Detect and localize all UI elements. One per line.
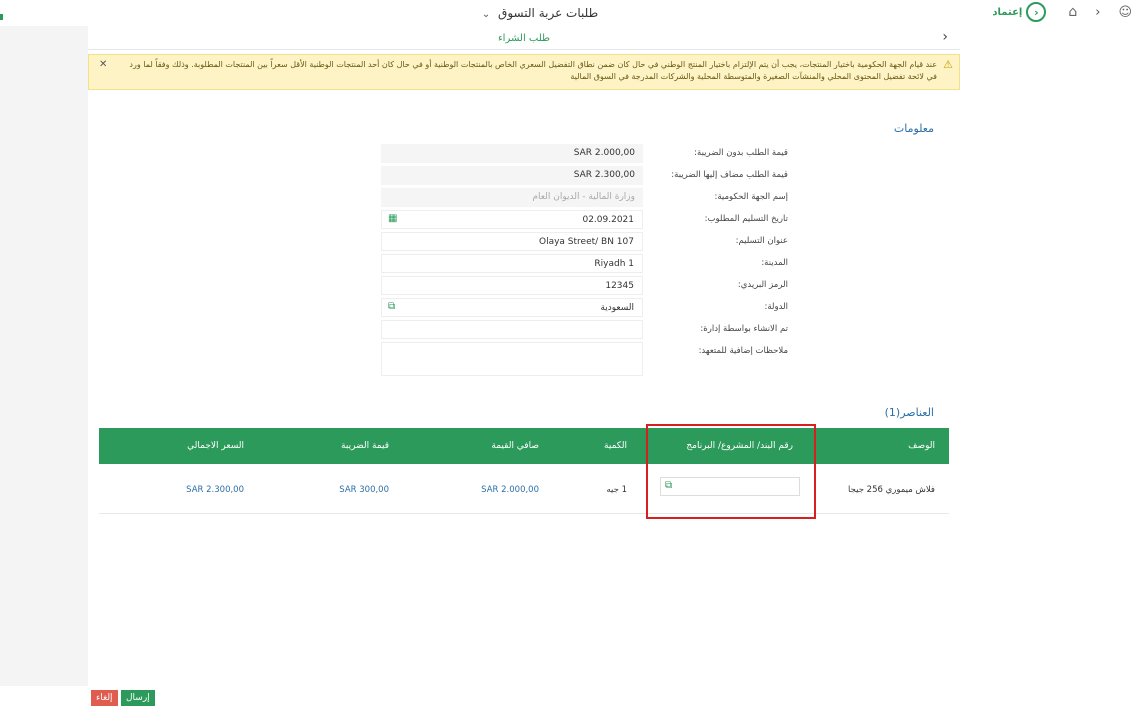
- home-icon[interactable]: ⌂: [1068, 4, 1077, 20]
- field-government-entity: إسم الجهة الحكومية: وزارة المالية - الدي…: [368, 188, 788, 207]
- items-table-header: الوصف رقم البند/ المشروع/ البرنامج الكمي…: [99, 428, 949, 464]
- warning-text: عند قيام الجهة الحكومية باختيار المنتجات…: [129, 60, 937, 81]
- field-label: تم الانشاء بواسطة إدارة:: [700, 324, 788, 334]
- cart-dropdown[interactable]: طلبات عربة التسوق ⌄: [470, 6, 610, 20]
- national-product-warning: ⚠ عند قيام الجهة الحكومية باختيار المنتج…: [88, 54, 960, 90]
- delivery-date-input[interactable]: 02.09.2021 ▦: [381, 210, 643, 229]
- panel-header: طلب الشراء ›: [88, 26, 960, 50]
- panel-collapse-icon[interactable]: ›: [942, 29, 948, 45]
- col-net-value: صافي القيمة: [491, 441, 539, 451]
- close-icon[interactable]: ✕: [99, 59, 107, 70]
- field-notes[interactable]: ملاحظات إضافية للمتعهد:: [368, 342, 788, 376]
- col-quantity: الكمية: [604, 441, 627, 451]
- field-label: المدينة:: [761, 258, 788, 268]
- delivery-address-input[interactable]: Olaya Street/ BN 107: [381, 232, 643, 251]
- field-value: SAR 2.000,00: [381, 144, 643, 163]
- right-margin: [960, 26, 1138, 710]
- country-value: السعودية: [600, 303, 634, 313]
- item-quantity: 1 جيه: [606, 485, 627, 495]
- chevron-right-icon[interactable]: ›: [1095, 5, 1100, 20]
- top-right-nav: إعتماد › ⌂ › ☺: [992, 2, 1132, 22]
- table-row: فلاش ميموري 256 جيجا ⧉ 1 جيه SAR 2.000,0…: [99, 464, 949, 514]
- delivery-date-value: 02.09.2021: [582, 215, 634, 225]
- field-net-value: قيمة الطلب بدون الضريبة: SAR 2.000,00: [368, 144, 788, 163]
- item-description: فلاش ميموري 256 جيجا: [848, 485, 935, 495]
- col-tax-value: قيمة الضريبة: [341, 441, 389, 451]
- highlight-box: [646, 424, 816, 519]
- field-label: عنوان التسليم:: [735, 236, 788, 246]
- col-description: الوصف: [908, 441, 935, 451]
- notes-textarea[interactable]: [381, 342, 643, 376]
- item-quantity-unit: جيه: [606, 485, 619, 495]
- logo-glyph: ›: [1034, 5, 1039, 19]
- cart-title-label: طلبات عربة التسوق: [498, 6, 599, 20]
- field-postal-code[interactable]: الرمز البريدي: 12345: [368, 276, 788, 295]
- country-input[interactable]: السعودية ⧉: [381, 298, 643, 317]
- item-net-value: SAR 2.000,00: [481, 485, 539, 495]
- corner-mark: [0, 14, 3, 20]
- field-delivery-address[interactable]: عنوان التسليم: Olaya Street/ BN 107: [368, 232, 788, 251]
- panel-title: طلب الشراء: [497, 33, 550, 44]
- items-section-title: العناصر(1): [884, 406, 934, 419]
- item-total-price: SAR 2.300,00: [186, 485, 244, 495]
- info-section-title: معلومات: [893, 122, 934, 135]
- field-label: ملاحظات إضافية للمتعهد:: [698, 346, 788, 356]
- top-bar: طلبات عربة التسوق ⌄ إعتماد › ⌂ › ☺: [0, 0, 1138, 26]
- brand-logo-icon[interactable]: ›: [1026, 2, 1047, 22]
- field-value: SAR 2.300,00: [381, 166, 643, 185]
- created-by-input[interactable]: [381, 320, 643, 339]
- field-label: إسم الجهة الحكومية:: [714, 192, 788, 202]
- value-help-icon[interactable]: ⧉: [388, 301, 395, 312]
- chevron-down-icon: ⌄: [481, 9, 491, 20]
- field-delivery-date[interactable]: تاريخ التسليم المطلوب: 02.09.2021 ▦: [368, 210, 788, 229]
- item-tax-value: SAR 300,00: [339, 485, 389, 495]
- field-label: قيمة الطلب مضاف إليها الضريبة:: [671, 170, 788, 180]
- send-button[interactable]: إرسال: [121, 690, 155, 706]
- field-label: قيمة الطلب بدون الضريبة:: [694, 148, 788, 158]
- item-quantity-number: 1: [621, 485, 627, 495]
- field-city[interactable]: المدينة: Riyadh 1: [368, 254, 788, 273]
- postal-code-input[interactable]: 12345: [381, 276, 643, 295]
- city-input[interactable]: Riyadh 1: [381, 254, 643, 273]
- field-value: وزارة المالية - الديوان العام: [381, 188, 643, 207]
- cancel-button[interactable]: إلغاء: [91, 690, 118, 706]
- action-bar: إرسال إلغاء: [0, 686, 1138, 710]
- col-total-price: السعر الاجمالي: [187, 441, 244, 451]
- calendar-icon[interactable]: ▦: [388, 213, 397, 224]
- field-country[interactable]: الدولة: السعودية ⧉: [368, 298, 788, 317]
- brand-name: إعتماد: [992, 6, 1023, 18]
- field-created-by[interactable]: تم الانشاء بواسطة إدارة:: [368, 320, 788, 339]
- field-label: الدولة:: [764, 302, 788, 312]
- user-icon[interactable]: ☺: [1118, 5, 1132, 20]
- field-label: الرمز البريدي:: [737, 280, 788, 290]
- warning-icon: ⚠: [943, 58, 953, 71]
- left-margin: [0, 26, 88, 686]
- field-label: تاريخ التسليم المطلوب:: [704, 214, 788, 224]
- field-gross-value: قيمة الطلب مضاف إليها الضريبة: SAR 2.300…: [368, 166, 788, 185]
- purchase-request-panel: طلب الشراء › ⚠ عند قيام الجهة الحكومية ب…: [88, 26, 960, 686]
